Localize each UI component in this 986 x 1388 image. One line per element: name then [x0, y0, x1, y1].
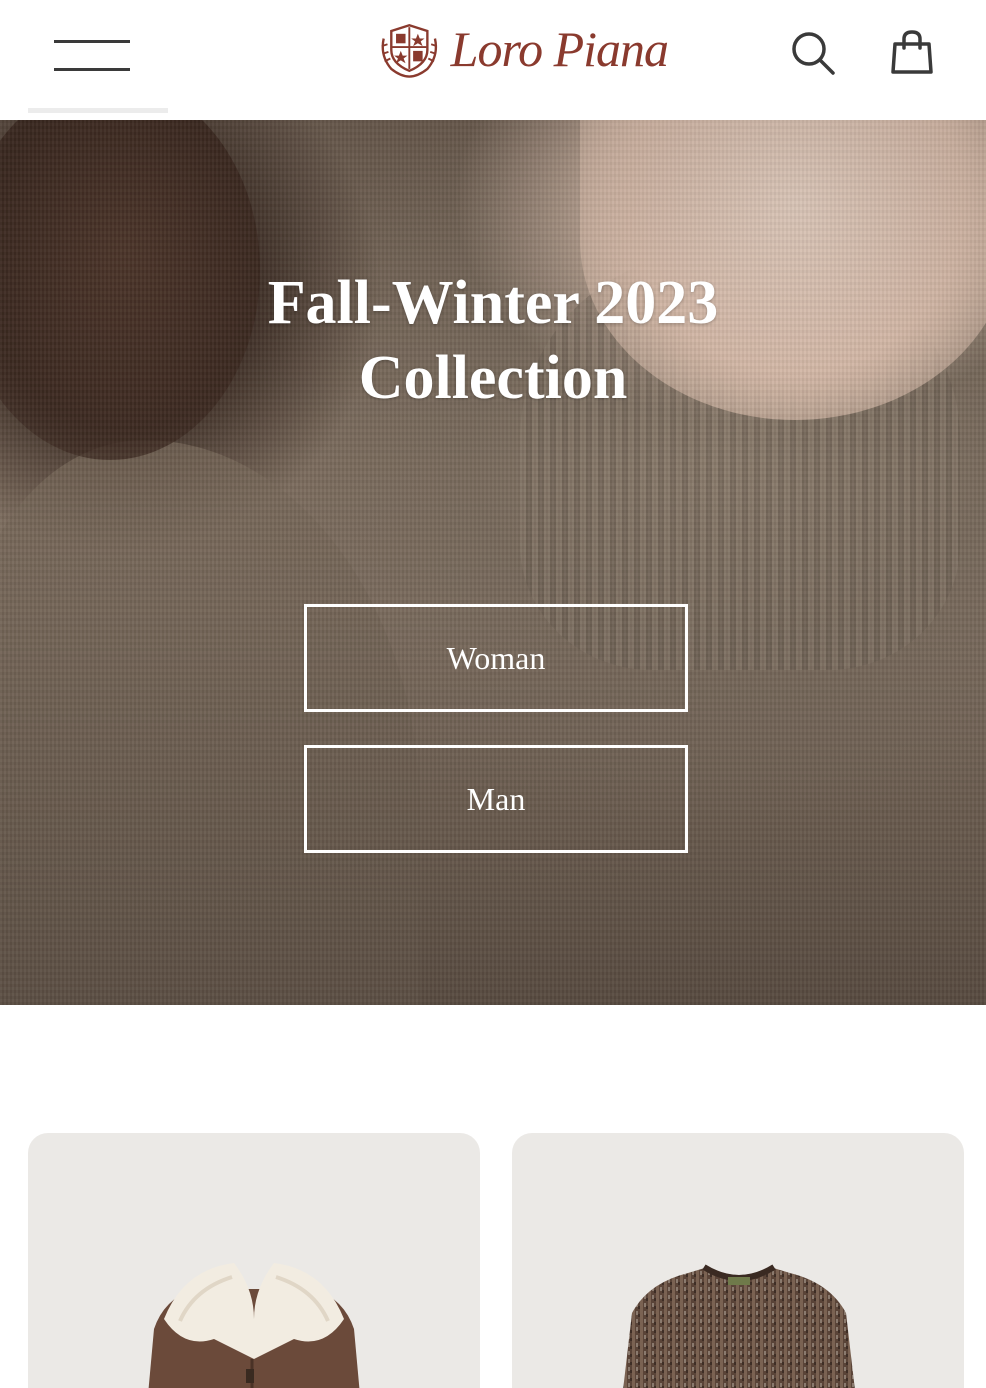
hero-title-line2: Collection: [358, 344, 628, 412]
hero-banner: Fall-Winter 2023 Collection Woman Man: [0, 120, 986, 1005]
shopping-bag-icon[interactable]: [886, 26, 938, 78]
man-button[interactable]: Man: [304, 745, 688, 853]
menu-indicator: [28, 108, 168, 113]
crest-icon: [381, 24, 438, 78]
knit-sweater-image: [623, 1264, 855, 1388]
brand-logo[interactable]: Loro Piana: [378, 14, 669, 84]
hamburger-menu-icon[interactable]: [54, 36, 132, 76]
hero-overlay: [0, 120, 986, 1005]
menu-line-bottom: [54, 68, 130, 71]
page: Loro Piana Fall-Winter 2023 Collection W…: [0, 0, 986, 1388]
woman-button[interactable]: Woman: [304, 604, 688, 712]
product-card-jacket[interactable]: [28, 1133, 480, 1388]
shearling-jacket-image: [148, 1263, 360, 1388]
product-grid: [0, 1005, 986, 1388]
search-icon[interactable]: [788, 28, 838, 78]
brand-wordmark: Loro Piana: [450, 21, 669, 77]
site-header: Loro Piana: [0, 0, 986, 120]
menu-line-top: [54, 40, 130, 43]
product-card-sweater[interactable]: [512, 1133, 964, 1388]
hero-title-line1: Fall-Winter 2023: [267, 269, 719, 337]
hero-title: Fall-Winter 2023 Collection: [0, 266, 986, 416]
